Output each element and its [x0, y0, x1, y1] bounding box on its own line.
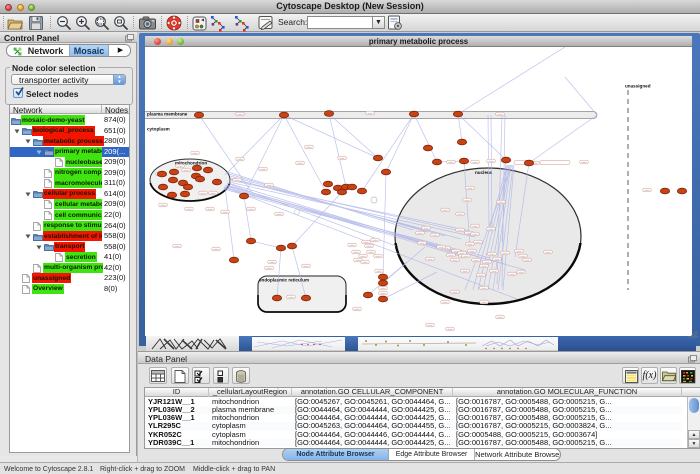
- svg-text:cytoplasm: cytoplasm: [147, 127, 170, 132]
- svg-text:plasma membrane: plasma membrane: [147, 112, 188, 117]
- svg-text:unassigned: unassigned: [625, 84, 651, 89]
- svg-text:nucleus: nucleus: [475, 170, 493, 175]
